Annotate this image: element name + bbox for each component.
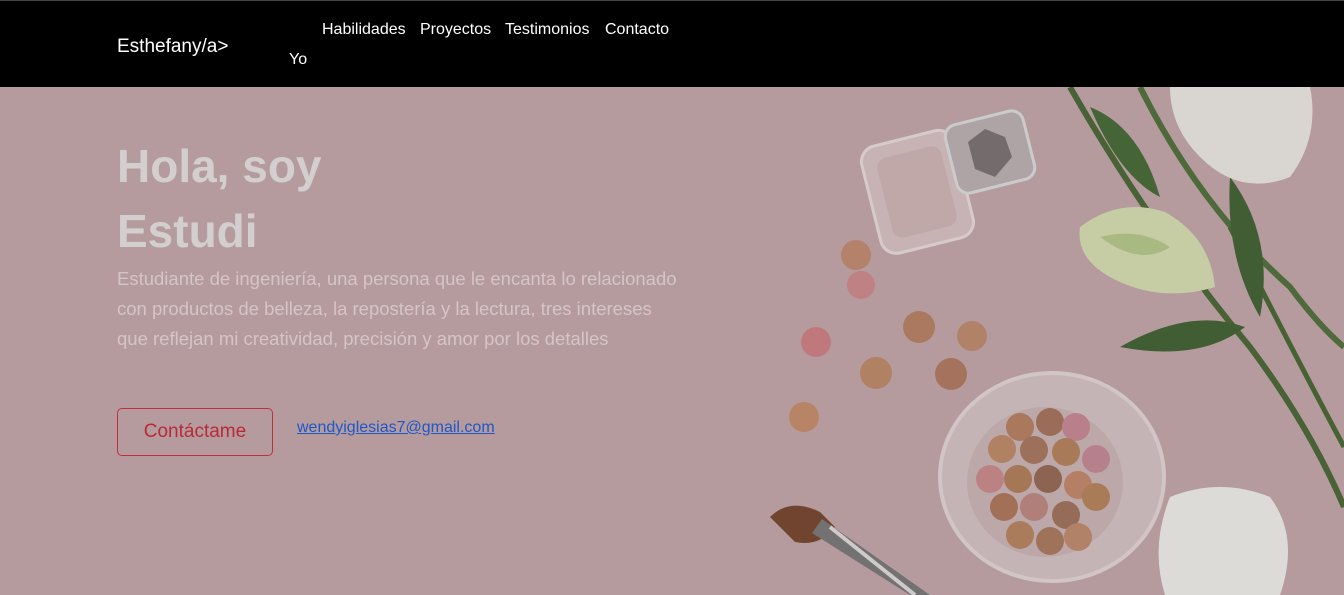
hero-title-line-2: Estudi [117,205,258,257]
email-link[interactable]: wendyiglesias7@gmail.com [297,419,495,437]
hero-section: Hola, soy Estudi Estudiante de ingenierí… [0,87,1344,595]
nav-link-habilidades[interactable]: Habilidades [322,21,406,39]
nav-link-proyectos[interactable]: Proyectos [420,21,491,39]
nav-link-yo[interactable]: Yo [289,51,307,69]
contact-button[interactable]: Contáctame [117,408,273,456]
hero-content: Hola, soy Estudi Estudiante de ingenierí… [117,87,677,595]
nav-link-testimonios[interactable]: Testimonios [505,21,589,39]
brand-logo[interactable]: Esthefany/a> [117,36,228,58]
hero-description: Estudiante de ingeniería, una persona qu… [117,268,677,349]
navbar: Esthefany/a> Yo Habilidades Proyectos Te… [0,0,1344,87]
nav-links: Yo Habilidades Proyectos Testimonios Con… [285,19,685,79]
nav-link-contacto[interactable]: Contacto [605,21,669,39]
hero-title-line-1: Hola, soy [117,140,322,192]
